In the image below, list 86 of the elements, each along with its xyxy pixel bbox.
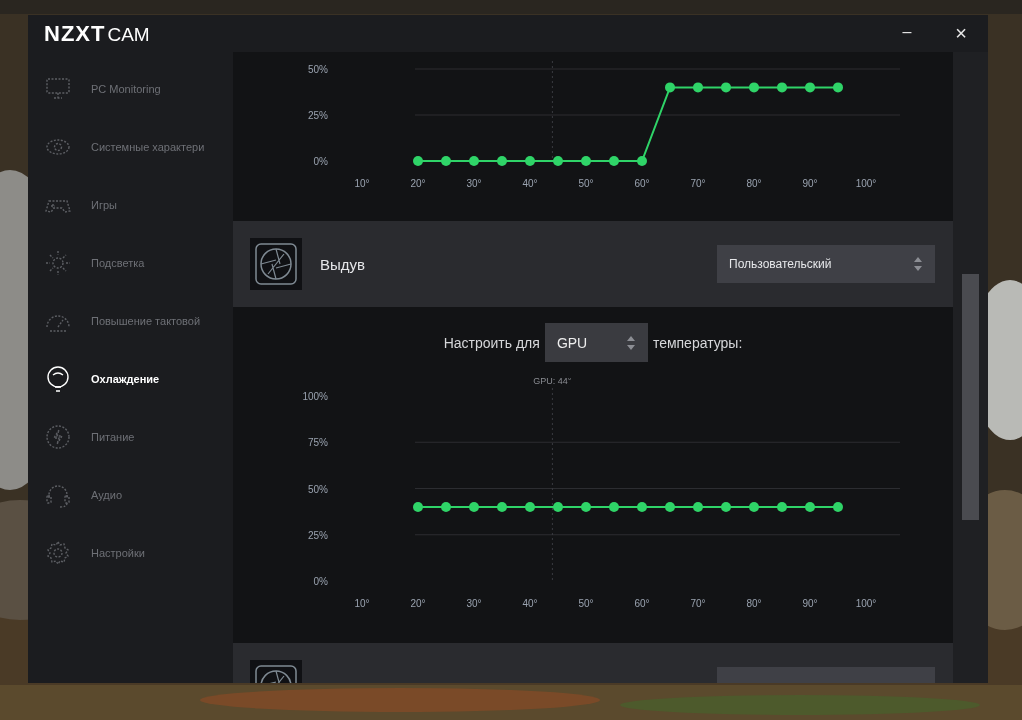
curve-point[interactable] [553, 502, 563, 512]
curve-point[interactable] [609, 502, 619, 512]
curve-point[interactable] [581, 502, 591, 512]
x-tick-label: 30° [466, 178, 482, 189]
curve-point[interactable] [469, 502, 479, 512]
curve-point[interactable] [833, 82, 843, 93]
x-tick-label: 50° [578, 598, 594, 609]
up-down-arrows-icon [913, 256, 923, 272]
fan-name: Выдув [320, 255, 366, 273]
x-tick-label: 100° [855, 598, 877, 609]
y-tick-label: 0% [313, 156, 328, 167]
y-tick-label: 50% [308, 64, 328, 75]
y-tick-label: 25% [308, 529, 328, 541]
curve-point[interactable] [805, 502, 815, 512]
scrollbar[interactable] [953, 52, 988, 683]
curve-point[interactable] [637, 502, 647, 512]
x-tick-label: 70° [690, 598, 706, 609]
curve-point[interactable] [441, 156, 451, 166]
y-tick-label: 50% [308, 483, 328, 495]
curve-point[interactable] [665, 502, 675, 512]
curve-point[interactable] [805, 82, 815, 93]
curve-point[interactable] [497, 502, 507, 512]
sidebar-item[interactable]: Игры [28, 176, 233, 234]
x-tick-label: 10° [354, 598, 370, 609]
curve-point[interactable] [553, 156, 563, 166]
curve-point[interactable] [749, 502, 759, 512]
curve-point[interactable] [749, 82, 759, 93]
curve-point[interactable] [413, 502, 423, 512]
x-tick-label: 20° [410, 598, 426, 609]
temperature-marker-label: GPU: 44° [533, 378, 572, 386]
scrollbar-thumb[interactable] [962, 274, 979, 520]
x-tick-label: 10° [354, 178, 370, 189]
setting-label: температуры: [652, 334, 743, 351]
y-tick-label: 25% [308, 110, 328, 121]
x-tick-label: 40° [522, 598, 538, 609]
curve-point[interactable] [665, 82, 675, 93]
x-tick-label: 80° [746, 178, 762, 189]
sidebar-item[interactable]: Подсветка [28, 234, 233, 292]
x-tick-label: 70° [690, 178, 706, 189]
sidebar-item[interactable]: Питание [28, 408, 233, 466]
curve-point[interactable] [581, 156, 591, 166]
x-tick-label: 60° [634, 178, 650, 189]
mode-dropdown[interactable]: Пользовательский [717, 245, 935, 283]
sidebar-item[interactable]: Настройки [28, 524, 233, 582]
close-button[interactable]: × [934, 15, 988, 52]
bolt-icon [44, 423, 72, 451]
y-tick-label: 100% [302, 391, 328, 402]
curve-point[interactable] [721, 82, 731, 93]
sidebar-item[interactable]: Повышение тактовой [28, 292, 233, 350]
curve-point[interactable] [525, 502, 535, 512]
x-tick-label: 40° [522, 178, 538, 189]
sidebar-item[interactable]: Системные характери [28, 118, 233, 176]
curve-point[interactable] [469, 156, 479, 166]
x-tick-label: 100° [855, 178, 877, 189]
curve-point[interactable] [777, 82, 787, 93]
y-tick-label: 75% [308, 437, 328, 449]
x-tick-label: 90° [802, 178, 818, 189]
sidebar-item[interactable]: Охлаждение [28, 350, 233, 408]
x-tick-label: 90° [802, 598, 818, 609]
curve-point[interactable] [637, 156, 647, 166]
x-tick-label: 60° [634, 598, 650, 609]
curve-point[interactable] [693, 502, 703, 512]
sidebar-item[interactable]: PC Monitoring [28, 60, 233, 118]
y-tick-label: 0% [313, 576, 328, 587]
up-down-arrows-icon [625, 334, 636, 351]
fan-icon [250, 238, 302, 290]
settings-icon [44, 539, 72, 567]
curve-point[interactable] [777, 502, 787, 512]
bulb-icon [44, 365, 72, 393]
x-tick-label: 20° [410, 178, 426, 189]
curve-point[interactable] [721, 502, 731, 512]
curve-point[interactable] [497, 156, 507, 166]
curve-point[interactable] [441, 502, 451, 512]
x-tick-label: 30° [466, 598, 482, 609]
curve-point[interactable] [413, 156, 423, 166]
minimize-button[interactable]: – [880, 15, 934, 52]
sidebar-item[interactable]: Аудио [28, 466, 233, 524]
curve-point[interactable] [693, 82, 703, 93]
curve-point[interactable] [609, 156, 619, 166]
curve-point[interactable] [833, 502, 843, 512]
app-logo: NZXTCAM [44, 20, 150, 47]
curve-point[interactable] [525, 156, 535, 166]
x-tick-label: 80° [746, 598, 762, 609]
source-dropdown[interactable]: GPU [544, 323, 648, 362]
x-tick-label: 50° [578, 178, 594, 189]
setting-label: Настроить для [443, 334, 540, 351]
